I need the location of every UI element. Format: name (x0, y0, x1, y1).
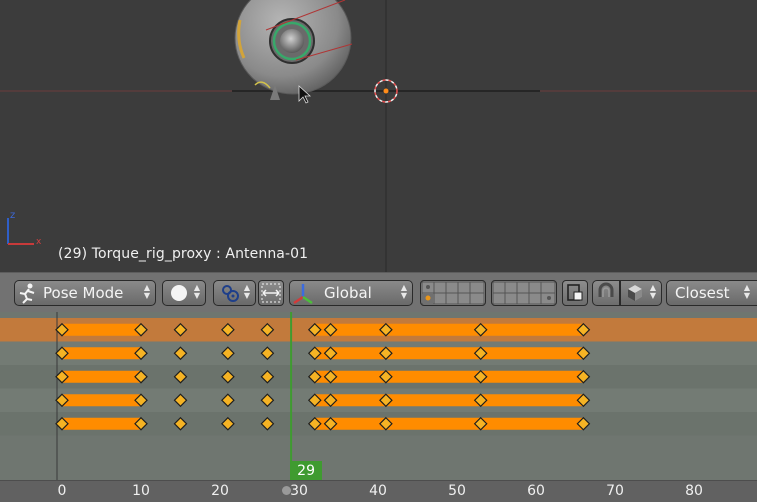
object-info-label: (29) Torque_rig_proxy : Antenna-01 (58, 246, 309, 262)
keyframe-hold-bar (62, 394, 141, 407)
manipulator-icon (261, 283, 281, 303)
keyframe-hold-bar (314, 370, 584, 383)
keyframe-hold-bar (62, 370, 141, 383)
snap-target-selector[interactable]: Closest ▲ ▼ (666, 280, 757, 306)
3d-viewport[interactable]: z x (29) Torque_rig_proxy : Antenna-01 (0, 0, 757, 272)
layers-grid-icon (492, 281, 556, 305)
ruler-tick-label: 70 (606, 483, 624, 499)
frame-ruler[interactable]: 0 10 20 30 40 50 60 70 80 (0, 480, 757, 502)
ruler-tick-label: 50 (448, 483, 466, 499)
ruler-tick-label: 40 (369, 483, 387, 499)
mode-selector[interactable]: Pose Mode ▲ ▼ (14, 280, 156, 306)
robot-head-model[interactable] (234, 0, 353, 100)
snap-toggle[interactable] (592, 280, 620, 306)
keyframe-hold-bar (62, 347, 141, 360)
keyframe-canvas[interactable] (0, 312, 757, 480)
ruler-tick-label: 20 (211, 483, 229, 499)
snap-element-selector[interactable]: ▲ ▼ (620, 280, 662, 306)
keyframe-hold-bar (62, 417, 141, 430)
current-frame-indicator[interactable]: 29 (290, 461, 323, 480)
ruler-tick-label: 10 (132, 483, 150, 499)
layer-buttons-group-2[interactable] (491, 280, 557, 306)
updown-arrows-icon: ▲ ▼ (743, 283, 751, 300)
updown-arrows-icon: ▲ ▼ (243, 283, 251, 300)
snap-target-label: Closest (675, 284, 730, 302)
keyframe-hold-bar (314, 347, 584, 360)
magnet-icon (598, 282, 614, 297)
cube-icon (628, 285, 642, 301)
updown-arrows-icon: ▲ ▼ (400, 283, 408, 300)
keyframe-hold-bar (314, 417, 584, 430)
dopesheet-area[interactable] (0, 312, 757, 480)
ruler-tick-label: 30 (290, 483, 308, 499)
solid-shading-icon (171, 285, 187, 301)
pivot-point-icon (222, 285, 239, 302)
svg-text:z: z (10, 210, 15, 221)
ruler-tick-label: 0 (57, 483, 67, 499)
pose-mode-icon (19, 283, 35, 304)
keyframe-hold-bar (314, 323, 584, 336)
keyframe-hold-bar (62, 323, 141, 336)
mode-label: Pose Mode (43, 284, 124, 302)
svg-text:x: x (36, 237, 42, 247)
pivot-point-selector[interactable]: ▲ ▼ (213, 280, 256, 306)
updown-arrows-icon: ▲ ▼ (143, 283, 151, 300)
viewport-header: Pose Mode ▲ ▼ ▲ ▼ ▲ ▼ Global ▲ ▼ ▲ ▼ Clo… (0, 272, 757, 312)
transform-manipulator-toggle[interactable] (258, 280, 284, 306)
layers-grid-icon (421, 281, 485, 305)
orientation-label: Global (324, 284, 372, 302)
updown-arrows-icon: ▲ ▼ (649, 283, 657, 300)
layer-buttons-group-1[interactable] (420, 280, 486, 306)
viewport-shading-selector[interactable]: ▲ ▼ (162, 280, 206, 306)
ruler-tick-label: 80 (685, 483, 703, 499)
ruler-tick-label: 60 (527, 483, 545, 499)
viewport-scene: z x (0, 0, 757, 272)
lock-camera-button[interactable] (562, 280, 588, 306)
updown-arrows-icon: ▲ ▼ (193, 283, 201, 300)
orientation-axes-icon (293, 284, 313, 305)
axis-gizmo-icon: z x (7, 210, 42, 247)
document-lock-icon (567, 284, 583, 301)
transform-orientation-selector[interactable]: Global ▲ ▼ (289, 280, 413, 306)
keyframe-hold-bar (314, 394, 584, 407)
